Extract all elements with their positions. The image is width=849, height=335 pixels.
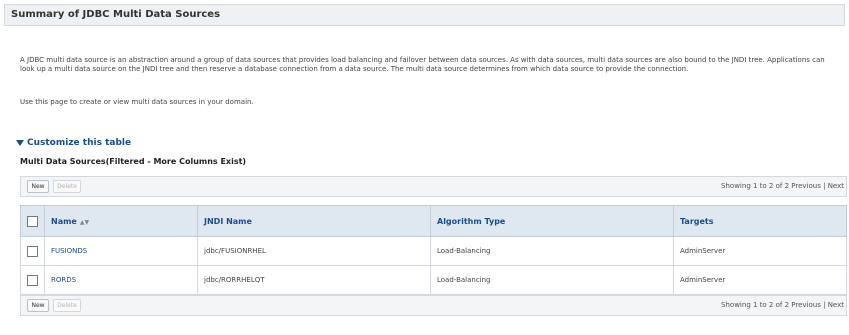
column-header-targets[interactable]: Targets: [673, 205, 847, 237]
sort-ascending-icon: ▲▼: [79, 218, 90, 226]
customize-table-link[interactable]: Customize this table: [16, 138, 131, 148]
pagination: Showing 1 to 2 of 2 Previous | Next: [721, 301, 844, 309]
pagination-status: Showing 1 to 2 of 2: [721, 182, 790, 190]
pagination-separator: |: [823, 182, 826, 190]
select-all-header: [20, 205, 45, 237]
algorithm-type-cell: Load-Balancing: [430, 265, 674, 295]
table-toolbar-bottom: New Delete Showing 1 to 2 of 2 Previous …: [20, 295, 847, 316]
jndi-name-cell: jdbc/RORRHELQT: [197, 265, 431, 295]
name-cell: RORDS: [44, 265, 198, 295]
next-link[interactable]: Next: [828, 301, 844, 309]
jndi-name-cell: jdbc/FUSIONRHEL: [197, 236, 431, 266]
table-row: FUSIONDS jdbc/FUSIONRHEL Load-Balancing …: [20, 236, 847, 266]
delete-button[interactable]: Delete: [53, 180, 81, 193]
pagination-status: Showing 1 to 2 of 2: [721, 301, 790, 309]
expand-triangle-icon: [16, 139, 24, 146]
description-text: A JDBC multi data source is an abstracti…: [20, 56, 825, 73]
column-header-targets-label: Targets: [680, 216, 714, 226]
column-header-algorithm-type[interactable]: Algorithm Type: [430, 205, 674, 237]
multi-data-sources-table: Name ▲▼ JNDI Name Algorithm Type Targets …: [20, 205, 847, 295]
page-title: Summary of JDBC Multi Data Sources: [11, 9, 221, 20]
column-header-name[interactable]: Name ▲▼: [44, 205, 198, 237]
customize-table-label: Customize this table: [27, 138, 132, 148]
table-header-row: Name ▲▼ JNDI Name Algorithm Type Targets: [20, 205, 847, 237]
pagination-separator: |: [823, 301, 826, 309]
data-source-name-link[interactable]: RORDS: [51, 276, 76, 284]
targets-cell: AdminServer: [673, 236, 847, 266]
table-title: Multi Data Sources(Filtered - More Colum…: [20, 157, 247, 166]
column-header-name-label: Name: [51, 216, 77, 226]
targets-cell: AdminServer: [673, 265, 847, 295]
new-button[interactable]: New: [27, 180, 49, 193]
table-toolbar-top: New Delete Showing 1 to 2 of 2 Previous …: [20, 176, 847, 197]
row-checkbox[interactable]: [27, 274, 38, 286]
previous-link[interactable]: Previous: [791, 182, 821, 190]
delete-button[interactable]: Delete: [53, 299, 81, 312]
select-all-checkbox[interactable]: [27, 215, 38, 227]
column-header-jndi-name[interactable]: JNDI Name: [197, 205, 431, 237]
row-select-cell: [20, 265, 45, 295]
new-button[interactable]: New: [27, 299, 49, 312]
name-cell: FUSIONDS: [44, 236, 198, 266]
instruction-text: Use this page to create or view multi da…: [20, 98, 254, 106]
pagination: Showing 1 to 2 of 2 Previous | Next: [721, 182, 844, 190]
section-title-bar: Summary of JDBC Multi Data Sources: [4, 4, 845, 26]
next-link[interactable]: Next: [828, 182, 844, 190]
previous-link[interactable]: Previous: [791, 301, 821, 309]
row-select-cell: [20, 236, 45, 266]
row-checkbox[interactable]: [27, 245, 38, 257]
data-source-name-link[interactable]: FUSIONDS: [51, 247, 87, 255]
column-header-algorithm-type-label: Algorithm Type: [437, 216, 506, 226]
table-row: RORDS jdbc/RORRHELQT Load-Balancing Admi…: [20, 265, 847, 295]
column-header-jndi-name-label: JNDI Name: [204, 216, 252, 226]
algorithm-type-cell: Load-Balancing: [430, 236, 674, 266]
